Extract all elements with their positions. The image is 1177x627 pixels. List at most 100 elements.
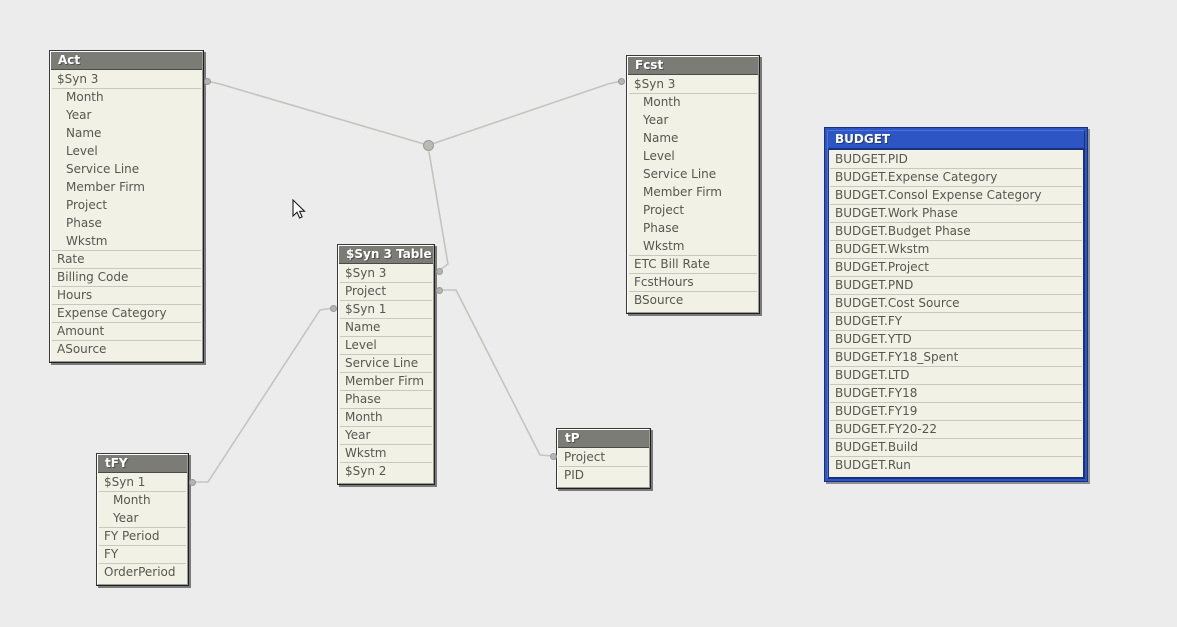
table-act[interactable]: Act $Syn 3 Month Year Name Level Service Line M… — [49, 50, 204, 363]
table-field[interactable]: Month — [629, 94, 757, 112]
table-field[interactable]: Name — [52, 125, 201, 143]
table-header-tfy[interactable]: tFY — [98, 455, 187, 473]
table-field[interactable]: $Syn 2 — [340, 463, 432, 481]
table-field[interactable]: Hours — [52, 287, 201, 305]
data-model-canvas[interactable]: Act $Syn 3 Month Year Name Level Service Line M… — [0, 0, 1177, 627]
dot-fcst-syn3[interactable] — [618, 78, 625, 85]
table-frame: Act $Syn 3 Month Year Name Level Service Line M… — [50, 51, 203, 362]
table-field[interactable]: Year — [629, 112, 757, 130]
table-field[interactable]: $Syn 1 — [340, 301, 432, 319]
table-field[interactable]: Service Line — [629, 166, 757, 184]
table-field[interactable]: $Syn 1 — [99, 474, 186, 492]
table-field[interactable]: Service Line — [52, 161, 201, 179]
table-field[interactable]: $Syn 3 — [629, 76, 757, 94]
table-field-list: $Syn 3 Month Year Name Level Service Line Memb… — [51, 70, 202, 361]
table-fcst[interactable]: Fcst $Syn 3 Month Year Name Level Service Line… — [626, 55, 760, 314]
table-frame: tFY $Syn 1 Month Year FY Period FY OrderPeriod — [97, 454, 188, 585]
table-field[interactable]: Phase — [629, 220, 757, 238]
table-header-tp[interactable]: tP — [558, 430, 649, 448]
table-field[interactable]: BUDGET.FY18_Spent — [830, 349, 1082, 367]
dot-syn3table-project[interactable] — [436, 287, 443, 294]
table-field[interactable]: Level — [340, 337, 432, 355]
table-header-budget[interactable]: BUDGET — [828, 131, 1084, 149]
table-field[interactable]: Level — [52, 143, 201, 161]
table-field[interactable]: FY — [99, 546, 186, 564]
table-field[interactable]: Member Firm — [340, 373, 432, 391]
table-syn3table[interactable]: $Syn 3 Table $Syn 3 Project $Syn 1 Name Level… — [337, 244, 435, 485]
table-field[interactable]: Month — [99, 492, 186, 510]
table-field[interactable]: BUDGET.FY20-22 — [830, 421, 1082, 439]
table-field[interactable]: BUDGET.Consol Expense Category — [830, 187, 1082, 205]
table-frame: Fcst $Syn 3 Month Year Name Level Service Line… — [627, 56, 759, 313]
table-field[interactable]: Wkstm — [629, 238, 757, 256]
table-field[interactable]: Name — [340, 319, 432, 337]
dot-syn3table-syn1[interactable] — [330, 305, 337, 312]
table-field[interactable]: Month — [340, 409, 432, 427]
table-field[interactable]: Phase — [52, 215, 201, 233]
table-field-list: $Syn 1 Month Year FY Period FY OrderPeriod — [98, 473, 187, 584]
table-field[interactable]: Expense Category — [52, 305, 201, 323]
table-field[interactable]: ASource — [52, 341, 201, 359]
table-field[interactable]: BUDGET.PID — [830, 151, 1082, 169]
link-act-to-junction — [206, 80, 425, 145]
table-field[interactable]: Year — [340, 427, 432, 445]
table-field[interactable]: BUDGET.Build — [830, 439, 1082, 457]
table-field[interactable]: BUDGET.Run — [830, 457, 1082, 475]
table-field[interactable]: Phase — [340, 391, 432, 409]
table-header-act[interactable]: Act — [51, 52, 202, 70]
table-field[interactable]: FcstHours — [629, 274, 757, 292]
table-header-syn3table[interactable]: $Syn 3 Table — [339, 246, 433, 264]
table-field[interactable]: $Syn 3 — [52, 71, 201, 89]
table-field[interactable]: BUDGET.PND — [830, 277, 1082, 295]
table-field[interactable]: BUDGET.Work Phase — [830, 205, 1082, 223]
table-field[interactable]: Wkstm — [340, 445, 432, 463]
dot-tp-project[interactable] — [550, 453, 557, 460]
table-budget[interactable]: BUDGET BUDGET.PID BUDGET.Expense Category B… — [824, 127, 1088, 482]
table-field[interactable]: Member Firm — [629, 184, 757, 202]
table-field[interactable]: BUDGET.FY18 — [830, 385, 1082, 403]
table-tfy[interactable]: tFY $Syn 1 Month Year FY Period FY OrderPeriod — [96, 453, 189, 586]
table-field[interactable]: BUDGET.FY19 — [830, 403, 1082, 421]
table-field[interactable]: Service Line — [340, 355, 432, 373]
table-field[interactable]: Project — [629, 202, 757, 220]
table-field[interactable]: Amount — [52, 323, 201, 341]
table-field[interactable]: Project — [52, 197, 201, 215]
table-header-fcst[interactable]: Fcst — [628, 57, 758, 75]
table-field[interactable]: Rate — [52, 251, 201, 269]
table-field[interactable]: ETC Bill Rate — [629, 256, 757, 274]
table-field[interactable]: FY Period — [99, 528, 186, 546]
table-field[interactable]: Name — [629, 130, 757, 148]
table-field[interactable]: BUDGET.YTD — [830, 331, 1082, 349]
table-field[interactable]: OrderPeriod — [99, 564, 186, 582]
table-field[interactable]: Billing Code — [52, 269, 201, 287]
arrow-pointer-cursor — [292, 199, 306, 219]
dot-syn3table-syn3[interactable] — [436, 268, 443, 275]
table-field[interactable]: Member Firm — [52, 179, 201, 197]
table-field[interactable]: BUDGET.Budget Phase — [830, 223, 1082, 241]
table-field[interactable]: Year — [99, 510, 186, 528]
table-field[interactable]: Project — [559, 449, 648, 467]
link-fcst-to-junction — [431, 80, 622, 145]
table-field-list: Project PID — [558, 448, 649, 487]
table-field[interactable]: Year — [52, 107, 201, 125]
table-field[interactable]: BUDGET.FY — [830, 313, 1082, 331]
table-tp[interactable]: tP Project PID — [556, 428, 651, 489]
table-field[interactable]: BUDGET.Project — [830, 259, 1082, 277]
table-frame: $Syn 3 Table $Syn 3 Project $Syn 1 Name Level… — [338, 245, 434, 484]
table-frame: tP Project PID — [557, 429, 650, 488]
table-field[interactable]: $Syn 3 — [340, 265, 432, 283]
table-field[interactable]: BSource — [629, 292, 757, 310]
table-field[interactable]: Project — [340, 283, 432, 301]
junction-syn3[interactable] — [423, 140, 434, 151]
table-field[interactable]: BUDGET.LTD — [830, 367, 1082, 385]
table-field[interactable]: BUDGET.Cost Source — [830, 295, 1082, 313]
table-field[interactable]: BUDGET.Expense Category — [830, 169, 1082, 187]
dot-act-syn3[interactable] — [204, 78, 211, 85]
table-field[interactable]: BUDGET.Wkstm — [830, 241, 1082, 259]
dot-tfy-syn1[interactable] — [189, 479, 196, 486]
table-field[interactable]: Level — [629, 148, 757, 166]
table-field[interactable]: Month — [52, 89, 201, 107]
table-field[interactable]: PID — [559, 467, 648, 485]
table-field[interactable]: Wkstm — [52, 233, 201, 251]
table-frame: BUDGET BUDGET.PID BUDGET.Expense Category B… — [827, 130, 1085, 479]
